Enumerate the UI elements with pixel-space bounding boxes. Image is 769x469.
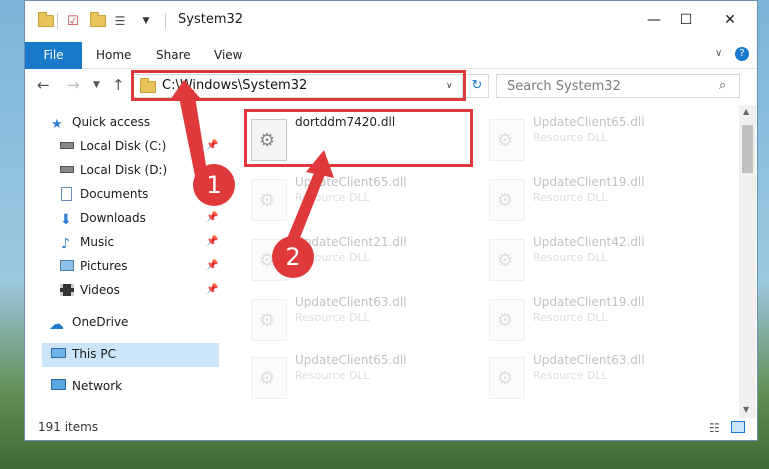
arrow-1-head bbox=[170, 80, 200, 100]
arrow-2-head bbox=[306, 150, 334, 178]
step-2-badge: 2 bbox=[272, 236, 314, 278]
arrow-overlay bbox=[170, 80, 334, 253]
step-1-badge: 1 bbox=[193, 164, 235, 206]
